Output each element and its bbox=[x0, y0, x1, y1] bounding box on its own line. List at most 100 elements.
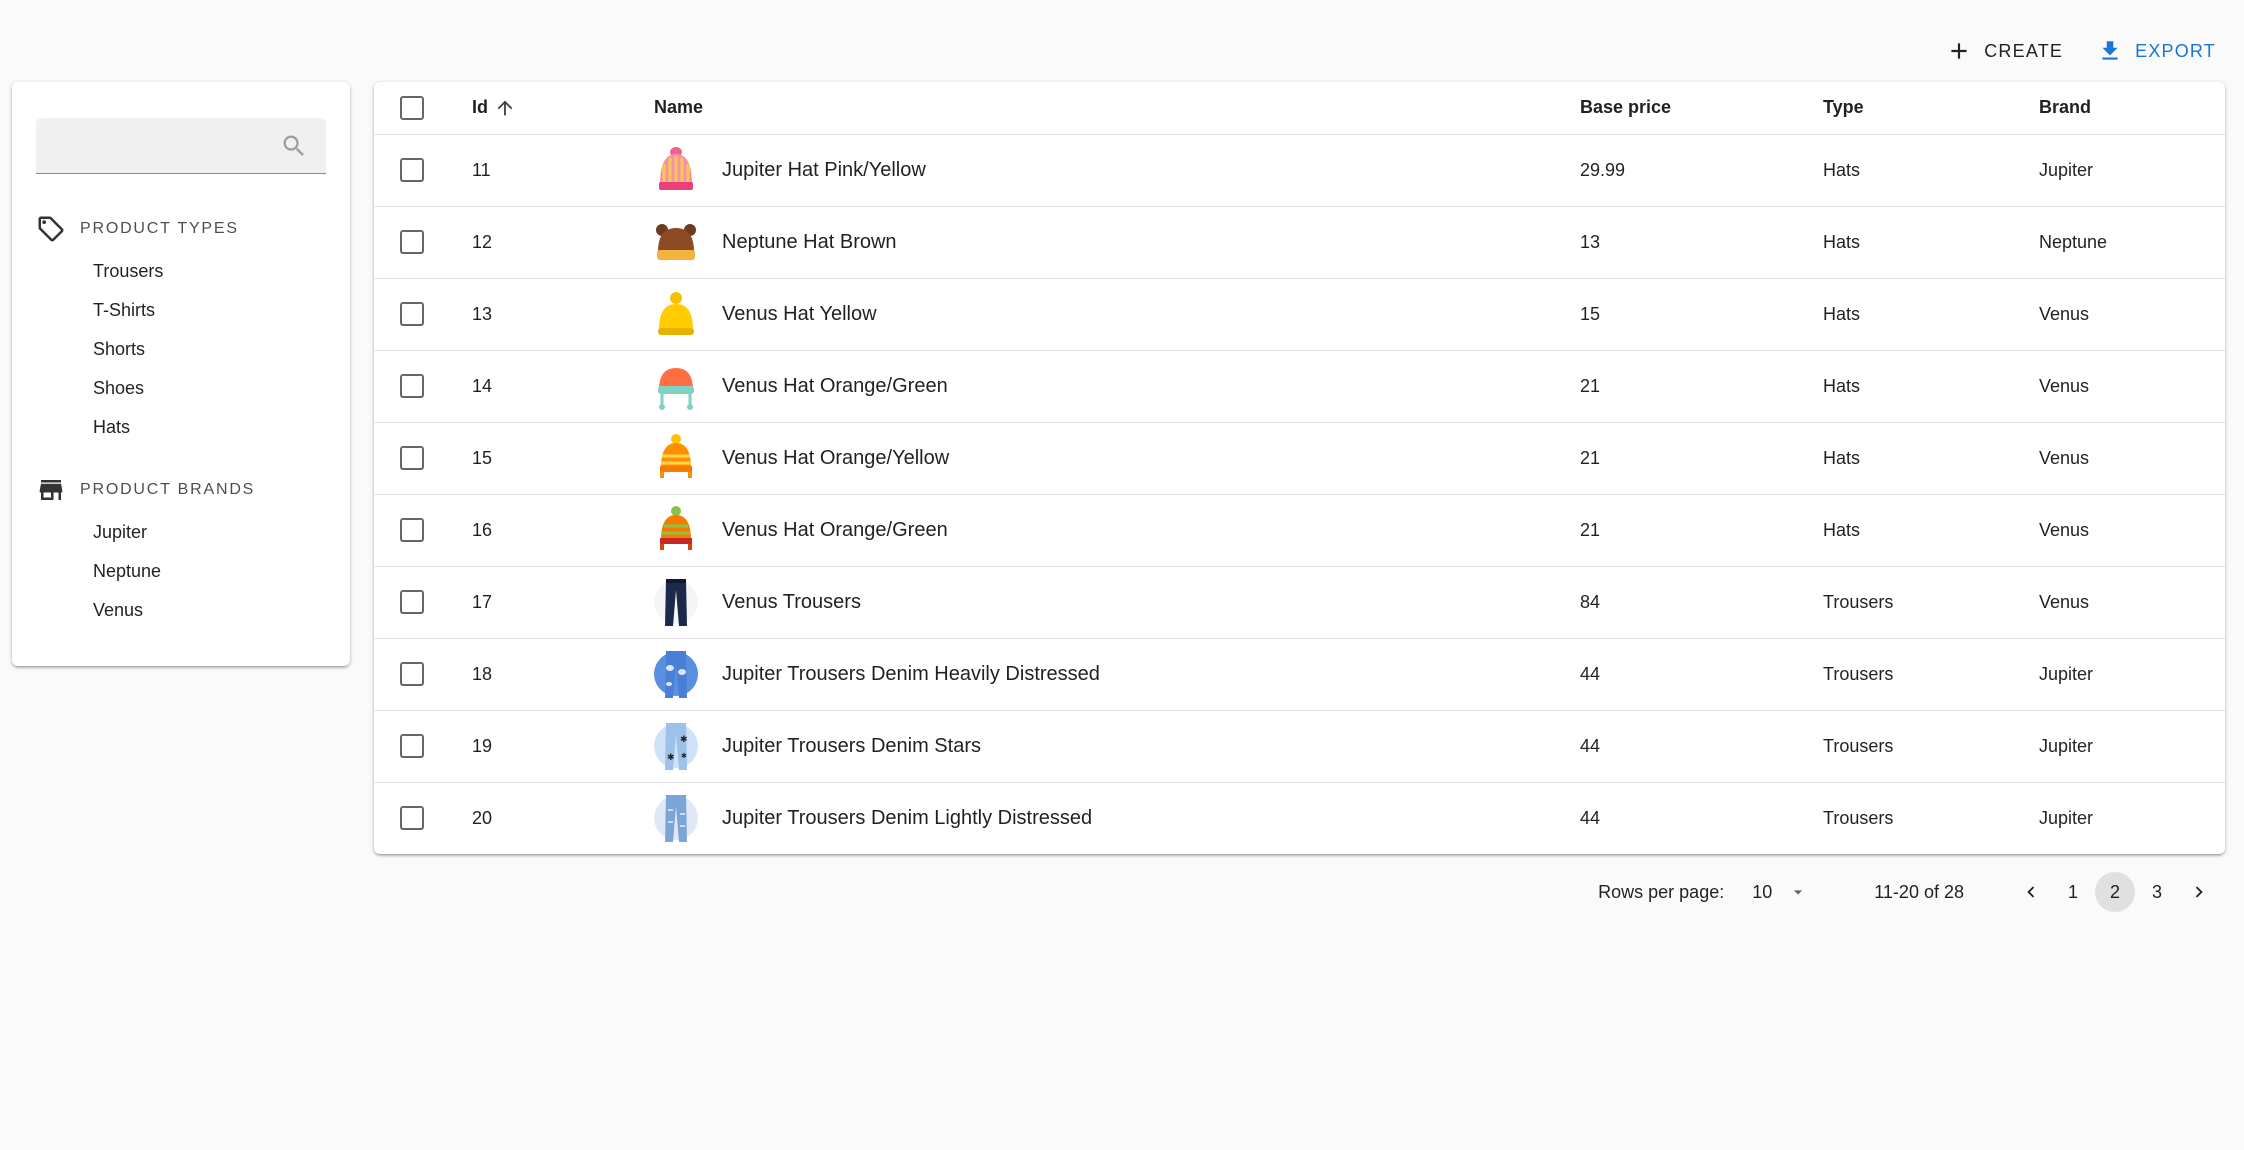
cell-type: Trousers bbox=[1823, 807, 1894, 828]
table-row[interactable]: 14 Venus Hat Orange/Green 21 Hats Venus bbox=[374, 350, 2225, 423]
search-field[interactable] bbox=[36, 118, 326, 174]
table-row[interactable]: 15 Venus Hat Orange/Yellow 21 Hats Venus bbox=[374, 422, 2225, 495]
page-button-2[interactable]: 2 bbox=[2095, 872, 2135, 912]
column-header-brand[interactable]: Brand bbox=[2039, 82, 2225, 135]
next-page-button[interactable] bbox=[2179, 872, 2219, 912]
column-header-type[interactable]: Type bbox=[1823, 82, 2039, 135]
pagination-range: 11-20 of 28 bbox=[1874, 881, 1964, 902]
cell-name: Venus Hat Orange/Green bbox=[722, 374, 948, 397]
product-thumbnail: ✱ ✱ ✱ bbox=[654, 720, 698, 772]
product-brands-filter: PRODUCT BRANDS Jupiter Neptune Venus bbox=[36, 473, 336, 630]
create-button[interactable]: CREATE bbox=[1936, 30, 2073, 72]
page-button-1[interactable]: 1 bbox=[2053, 872, 2093, 912]
caret-down-icon bbox=[1794, 890, 1803, 895]
cell-type: Trousers bbox=[1823, 566, 2039, 639]
cell-base-price: 21 bbox=[1580, 422, 1823, 495]
product-brands-heading-label: PRODUCT BRANDS bbox=[80, 481, 256, 498]
cell-id: 17 bbox=[472, 566, 654, 639]
row-checkbox[interactable] bbox=[400, 374, 424, 398]
cell-brand: Jupiter bbox=[2039, 638, 2225, 711]
cell-base-price: 44 bbox=[1580, 638, 1823, 711]
cell-type: Trousers bbox=[1823, 710, 2039, 783]
cell-id: 19 bbox=[472, 710, 654, 783]
cell-base-price: 84 bbox=[1580, 566, 1823, 639]
rows-per-page-select[interactable]: 10 bbox=[1752, 882, 1808, 903]
table-row[interactable]: 13 Venus Hat Yellow 15 Hats Venus bbox=[374, 278, 2225, 351]
cell-id: 15 bbox=[472, 422, 654, 495]
cell-base-price: 29.99 bbox=[1580, 134, 1823, 207]
product-types-heading: PRODUCT TYPES bbox=[36, 212, 336, 246]
filter-item-venus[interactable]: Venus bbox=[36, 591, 336, 630]
product-thumbnail bbox=[654, 216, 698, 268]
products-table: Id Name Base price Type Brand 11 Jupiter … bbox=[374, 82, 2225, 854]
filter-item-hats[interactable]: Hats bbox=[36, 408, 336, 447]
filter-item-jupiter[interactable]: Jupiter bbox=[36, 513, 336, 552]
cell-id: 16 bbox=[472, 494, 654, 567]
cell-id: 20 bbox=[472, 807, 493, 828]
column-header-name[interactable]: Name bbox=[654, 82, 1580, 135]
cell-base-price: 21 bbox=[1580, 350, 1823, 423]
product-thumbnail bbox=[654, 360, 698, 412]
cell-brand: Venus bbox=[2039, 566, 2225, 639]
row-checkbox[interactable] bbox=[400, 158, 424, 182]
product-thumbnail bbox=[654, 648, 698, 700]
cell-type: Hats bbox=[1823, 206, 2039, 279]
table-row[interactable]: 11 Jupiter Hat Pink/Yellow 29.99 Hats Jupite… bbox=[374, 134, 2225, 207]
column-header-base-price[interactable]: Base price bbox=[1580, 82, 1823, 135]
table-row[interactable]: 16 Venus Hat Orange/Green 21 Hats Venus bbox=[374, 494, 2225, 567]
row-checkbox[interactable] bbox=[400, 590, 424, 614]
filter-sidebar: PRODUCT TYPES Trousers T-Shirts Shorts S… bbox=[12, 82, 350, 666]
cell-id: 14 bbox=[472, 350, 654, 423]
filter-item-t-shirts[interactable]: T-Shirts bbox=[36, 291, 336, 330]
cell-base-price: 44 bbox=[1580, 710, 1823, 783]
page-button-3[interactable]: 3 bbox=[2137, 872, 2177, 912]
cell-name: Venus Hat Yellow bbox=[722, 302, 877, 325]
table-row[interactable]: 18 Jupiter Trousers Denim Heavily Distres… bbox=[374, 638, 2225, 711]
svg-text:✱: ✱ bbox=[681, 752, 687, 760]
table-row[interactable]: 19 ✱ ✱ ✱ Jupiter Trousers Denim Stars 44 Trous… bbox=[374, 710, 2225, 783]
previous-page-button[interactable] bbox=[2011, 872, 2051, 912]
cell-brand: Venus bbox=[2039, 422, 2225, 495]
cell-type: Hats bbox=[1823, 494, 2039, 567]
filter-item-shoes[interactable]: Shoes bbox=[36, 369, 336, 408]
cell-type: Trousers bbox=[1823, 638, 2039, 711]
list-toolbar: CREATE EXPORT bbox=[1936, 30, 2226, 72]
filter-item-trousers[interactable]: Trousers bbox=[36, 252, 336, 291]
cell-name: Venus Trousers bbox=[722, 590, 861, 613]
cell-brand: Jupiter bbox=[2039, 710, 2225, 783]
cell-name: Jupiter Trousers Denim Lightly Distresse… bbox=[722, 806, 1093, 829]
cell-type: Hats bbox=[1823, 278, 2039, 351]
chevron-right-icon bbox=[2195, 886, 2203, 898]
table-row[interactable]: 12 Neptune Hat Brown 13 Hats Neptune bbox=[374, 206, 2225, 279]
table-row[interactable]: 20 Jupiter Trousers Denim Lightly Distres… bbox=[374, 782, 2225, 854]
cell-base-price: 15 bbox=[1580, 278, 1823, 351]
column-header-id[interactable]: Id bbox=[472, 82, 654, 135]
product-brands-heading: PRODUCT BRANDS bbox=[36, 473, 336, 507]
rows-per-page-label: Rows per page: bbox=[1598, 881, 1725, 902]
chevron-left-icon bbox=[2027, 886, 2035, 898]
product-thumbnail bbox=[654, 504, 698, 556]
export-button-label: EXPORT bbox=[2135, 40, 2216, 61]
arrow-up-icon bbox=[497, 100, 513, 116]
cell-id: 13 bbox=[472, 278, 654, 351]
select-all-checkbox[interactable] bbox=[400, 95, 424, 120]
filter-item-neptune[interactable]: Neptune bbox=[36, 552, 336, 591]
tag-icon bbox=[38, 216, 64, 242]
table-row[interactable]: 17 Venus Trousers 84 Trousers Venus bbox=[374, 566, 2225, 639]
row-checkbox[interactable] bbox=[400, 734, 424, 758]
cell-brand: Venus bbox=[2039, 350, 2225, 423]
export-button[interactable]: EXPORT bbox=[2087, 30, 2226, 72]
filter-item-shorts[interactable]: Shorts bbox=[36, 330, 336, 369]
row-checkbox[interactable] bbox=[400, 302, 424, 326]
row-checkbox[interactable] bbox=[400, 806, 424, 831]
svg-text:✱: ✱ bbox=[680, 734, 688, 744]
rows-per-page-value: 10 bbox=[1752, 881, 1773, 902]
cell-name: Jupiter Trousers Denim Stars bbox=[722, 734, 981, 757]
products-table-card: Id Name Base price Type Brand 11 Jupiter … bbox=[374, 82, 2225, 854]
product-thumbnail bbox=[654, 144, 698, 196]
row-checkbox[interactable] bbox=[400, 230, 424, 254]
row-checkbox[interactable] bbox=[400, 446, 424, 470]
cell-brand: Neptune bbox=[2039, 206, 2225, 279]
row-checkbox[interactable] bbox=[400, 518, 424, 542]
row-checkbox[interactable] bbox=[400, 662, 424, 686]
